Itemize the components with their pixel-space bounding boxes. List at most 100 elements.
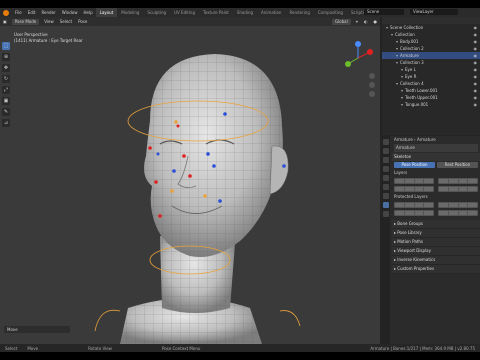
editor-type-icon[interactable]: ▣ <box>0 19 10 24</box>
panel-inverse-kinematics[interactable]: ▸ Inverse Kinematics <box>392 256 480 265</box>
world-tab-icon[interactable] <box>383 175 389 181</box>
menu-window[interactable]: Window <box>59 10 81 15</box>
visibility-eye-icon[interactable]: ◉ <box>474 87 478 94</box>
blender-logo-icon[interactable] <box>3 9 9 16</box>
expand-arrow-icon[interactable]: ▾ <box>396 60 398 65</box>
last-operator-panel[interactable]: Move <box>4 326 70 333</box>
menu-select[interactable]: Select <box>57 19 75 24</box>
move-tool-icon[interactable]: ✥ <box>2 64 10 72</box>
visibility-eye-icon[interactable]: ◉ <box>474 38 478 45</box>
menu-pose[interactable]: Pose <box>75 19 90 24</box>
panel-viewport-display[interactable]: ▸ Viewport Display <box>392 247 480 256</box>
menu-help[interactable]: Help <box>80 10 95 15</box>
protected-layers-grid-row2[interactable] <box>392 209 480 217</box>
expand-arrow-icon[interactable]: ▾ <box>401 88 403 93</box>
outliner-row[interactable]: ▾ Eye L ◉ <box>382 66 480 73</box>
outliner-row[interactable]: ▾ Tongue.001 ◉ <box>382 101 480 108</box>
bone-tab-icon[interactable] <box>383 211 389 217</box>
orientation-dropdown[interactable]: Global <box>331 18 351 25</box>
visibility-eye-icon[interactable]: ◉ <box>474 59 478 66</box>
tab-modeling[interactable]: Modeling <box>117 8 143 17</box>
visibility-eye-icon[interactable]: ◉ <box>474 31 478 38</box>
outliner-row[interactable]: ▾ Collection 2 ◉ <box>382 45 480 52</box>
menu-render[interactable]: Render <box>38 10 58 15</box>
visibility-eye-icon[interactable]: ◉ <box>474 101 478 108</box>
skeleton-panel-header[interactable]: Skeleton <box>392 153 480 161</box>
menu-edit[interactable]: Edit <box>25 10 39 15</box>
outliner-row[interactable]: ▾ Body.001 ◉ <box>382 38 480 45</box>
shading-solid-icon[interactable]: ● <box>371 19 381 24</box>
panel-pose-library[interactable]: ▸ Pose Library <box>392 229 480 238</box>
visibility-eye-icon[interactable]: ◉ <box>474 73 478 80</box>
panel-custom-properties[interactable]: ▸ Custom Properties <box>392 265 480 274</box>
tab-sculpting[interactable]: Sculpting <box>143 8 170 17</box>
expand-arrow-icon[interactable]: ▾ <box>386 25 388 30</box>
cursor-tool-icon[interactable]: ⊕ <box>2 53 10 61</box>
visibility-eye-icon[interactable]: ◉ <box>474 80 478 87</box>
expand-arrow-icon[interactable]: ▾ <box>401 95 403 100</box>
expand-arrow-icon[interactable]: ▾ <box>396 39 398 44</box>
expand-arrow-icon[interactable]: ▾ <box>396 46 398 51</box>
layers-grid-row2[interactable] <box>392 185 480 193</box>
transform-tool-icon[interactable]: ▣ <box>2 97 10 105</box>
visibility-eye-icon[interactable]: ◉ <box>474 24 478 31</box>
annotate-tool-icon[interactable]: ✎ <box>2 108 10 116</box>
tab-uv-editing[interactable]: UV Editing <box>170 8 199 17</box>
outliner-row[interactable]: ▾ Eye R ◉ <box>382 73 480 80</box>
outliner-row[interactable]: ▾ Collection 3 ◉ <box>382 59 480 66</box>
panel-bone-groups[interactable]: ▸ Bone Groups <box>392 220 480 229</box>
visibility-eye-icon[interactable]: ◉ <box>474 66 478 73</box>
tab-shading[interactable]: Shading <box>233 8 257 17</box>
tab-compositing[interactable]: Compositing <box>314 8 347 17</box>
right-shoulder-control[interactable] <box>279 310 301 327</box>
tool-tab-icon[interactable] <box>383 139 389 145</box>
render-tab-icon[interactable] <box>383 148 389 154</box>
tab-animation[interactable]: Animation <box>257 8 285 17</box>
outliner-row[interactable]: ▾ Collection ◉ <box>382 31 480 38</box>
scene-tab-icon[interactable] <box>383 166 389 172</box>
armature-data-tab-icon[interactable] <box>383 202 389 208</box>
navigation-gizmo[interactable] <box>338 38 378 98</box>
expand-arrow-icon[interactable]: ▾ <box>401 74 403 79</box>
view-layer-selector[interactable]: ViewLayer <box>410 9 458 15</box>
output-tab-icon[interactable] <box>383 157 389 163</box>
expand-arrow-icon[interactable]: ▾ <box>396 81 398 86</box>
outliner-row[interactable]: ▾ Teeth Lower.001 ◉ <box>382 87 480 94</box>
data-name-field[interactable]: Armature <box>394 144 478 152</box>
rest-position-button[interactable]: Rest Position <box>437 162 478 168</box>
zoom-icon <box>369 73 375 79</box>
measure-tool-icon[interactable]: ⊿ <box>2 119 10 127</box>
outliner-row[interactable]: ▾ Scene Collection ◉ <box>382 24 480 31</box>
expand-arrow-icon[interactable]: ▾ <box>396 53 398 58</box>
menu-file[interactable]: File <box>12 10 25 15</box>
mode-dropdown[interactable]: Pose Mode <box>11 18 40 25</box>
constraint-tab-icon[interactable] <box>383 193 389 199</box>
rotate-tool-icon[interactable]: ↻ <box>2 75 10 83</box>
scale-tool-icon[interactable]: ⤢ <box>2 86 10 94</box>
outliner-row[interactable]: ▾ Armature ◉ <box>382 52 480 59</box>
outliner-row[interactable]: ▾ Teeth Upper.001 ◉ <box>382 94 480 101</box>
outliner-row-label: Eye L <box>405 67 416 72</box>
pose-position-button[interactable]: Pose Position <box>394 162 435 168</box>
tab-rendering[interactable]: Rendering <box>285 8 313 17</box>
snap-icon[interactable]: ⌖ <box>353 19 361 24</box>
scene-selector[interactable]: Scene <box>364 9 404 15</box>
overlay-icon[interactable]: ◐ <box>361 19 371 24</box>
panel-motion-paths[interactable]: ▸ Motion Paths <box>392 238 480 247</box>
select-box-tool-icon[interactable]: ⬚ <box>2 42 10 50</box>
tab-layout[interactable]: Layout <box>95 8 118 17</box>
layers-grid[interactable] <box>392 177 480 185</box>
tab-texture-paint[interactable]: Texture Paint <box>199 8 233 17</box>
object-tab-icon[interactable] <box>383 184 389 190</box>
3d-viewport[interactable]: User Perspective (1411) Armature : Eye T… <box>0 26 380 344</box>
visibility-eye-icon[interactable]: ◉ <box>474 52 478 59</box>
expand-arrow-icon[interactable]: ▾ <box>401 102 403 107</box>
left-shoulder-control[interactable] <box>94 309 121 332</box>
menu-view[interactable]: View <box>41 19 57 24</box>
outliner-row[interactable]: ▾ Collection 4 ◉ <box>382 80 480 87</box>
protected-layers-grid[interactable] <box>392 201 480 209</box>
expand-arrow-icon[interactable]: ▾ <box>401 67 403 72</box>
visibility-eye-icon[interactable]: ◉ <box>474 94 478 101</box>
visibility-eye-icon[interactable]: ◉ <box>474 45 478 52</box>
expand-arrow-icon[interactable]: ▾ <box>391 32 393 37</box>
